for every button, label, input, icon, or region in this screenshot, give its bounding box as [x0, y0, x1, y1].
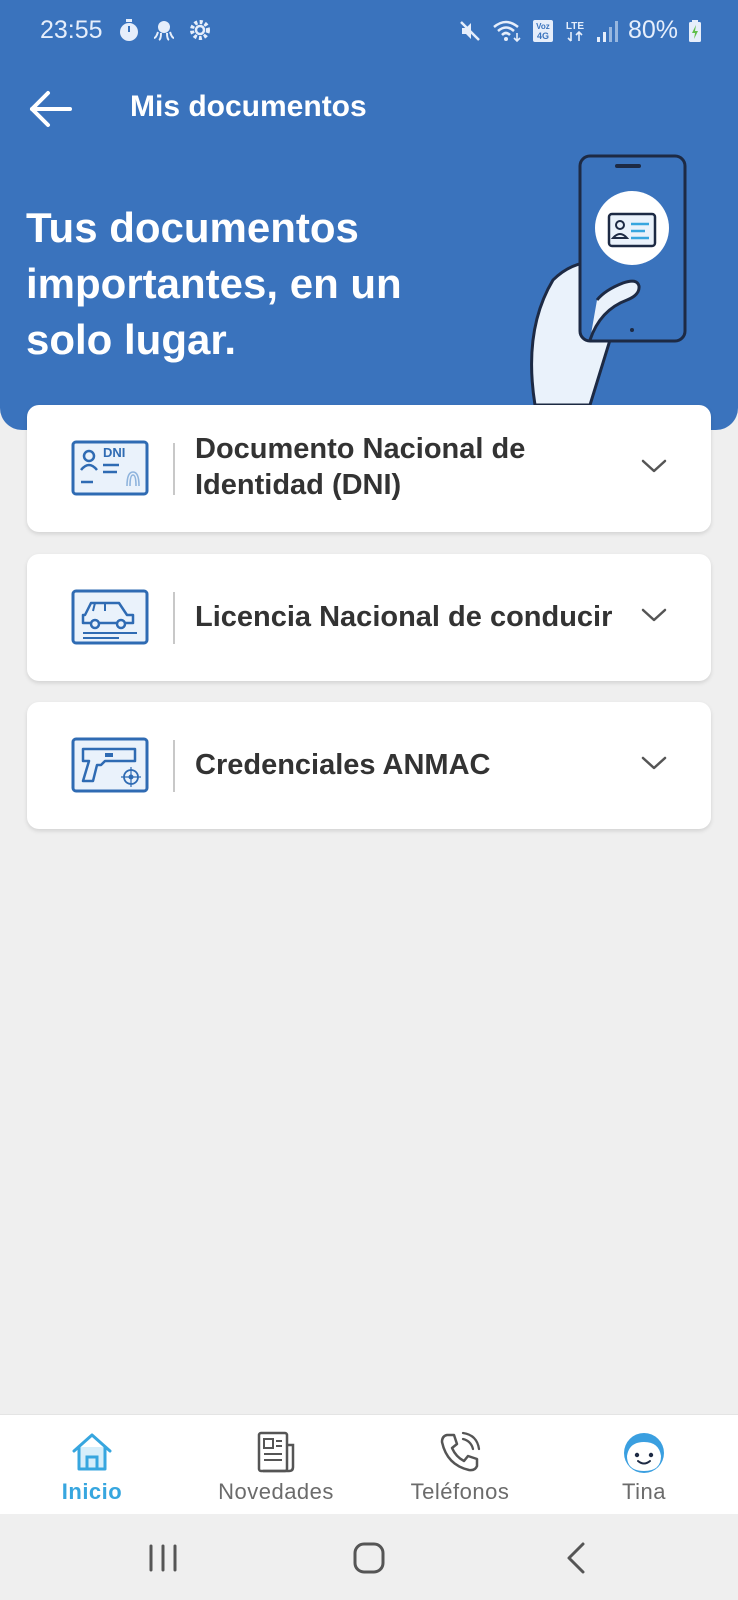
- recent-apps-icon[interactable]: [143, 1538, 183, 1578]
- document-label-line1: Documento Nacional de: [195, 433, 526, 465]
- document-card-license[interactable]: Licencia Nacional de conducir: [27, 554, 711, 681]
- document-label: Credenciales ANMAC: [195, 749, 491, 781]
- tina-face-icon: [624, 1433, 664, 1473]
- back-arrow-icon[interactable]: [26, 84, 76, 134]
- document-label: Documento Nacional de Identidad (DNI): [195, 431, 615, 503]
- gun-credential-icon: [71, 737, 149, 793]
- hero-heading: Tus documentos importantes, en un solo l…: [26, 204, 402, 363]
- chevron-down-icon[interactable]: [639, 604, 669, 626]
- card-divider: [173, 443, 175, 495]
- status-left-icons: [118, 18, 212, 42]
- document-card-anmac[interactable]: Credenciales ANMAC: [27, 702, 711, 829]
- nav-item-inicio[interactable]: Inicio: [0, 1415, 184, 1515]
- bottom-nav: Inicio Novedades Teléfonos Tina: [0, 1414, 738, 1514]
- app-bar: Mis documentos: [0, 68, 738, 148]
- signal-icon: [596, 20, 618, 42]
- screen: 23:55 Voz 4G LTE 80% Mis documentos Tus …: [0, 0, 738, 1600]
- battery-percent: 80%: [627, 16, 678, 44]
- nav-item-telefonos[interactable]: Teléfonos: [368, 1415, 552, 1515]
- system-nav-bar: [0, 1514, 738, 1600]
- wifi-icon: [493, 20, 521, 42]
- chevron-down-icon[interactable]: [639, 455, 669, 477]
- timer-icon: [120, 19, 138, 41]
- news-icon: [257, 1431, 295, 1473]
- dni-icon-text: DNI: [103, 445, 125, 460]
- home-button-icon[interactable]: [349, 1538, 389, 1578]
- dni-card-icon: DNI: [71, 440, 149, 496]
- nav-label: Teléfonos: [410, 1479, 510, 1504]
- card-divider: [173, 592, 175, 644]
- mute-icon: [460, 20, 480, 41]
- back-button-icon[interactable]: [557, 1538, 597, 1578]
- svg-text:LTE: LTE: [566, 21, 584, 32]
- document-card-dni[interactable]: DNI Documento Nacional de Identidad (DNI…: [27, 405, 711, 532]
- svg-text:4G: 4G: [537, 31, 549, 41]
- chevron-down-icon[interactable]: [639, 752, 669, 774]
- phone-hand-illustration: [530, 154, 687, 405]
- lte-icon: LTE: [566, 21, 584, 42]
- hero-banner: 23:55 Voz 4G LTE 80% Mis documentos Tus …: [0, 0, 738, 430]
- nav-label: Tina: [622, 1479, 666, 1504]
- battery-icon: [689, 19, 701, 42]
- phone-icon: [440, 1431, 481, 1472]
- page-title: Mis documentos: [130, 90, 367, 123]
- gear-icon: [190, 20, 210, 40]
- driver-license-icon: [71, 589, 149, 645]
- nav-item-novedades[interactable]: Novedades: [184, 1415, 368, 1515]
- nav-label: Novedades: [218, 1479, 334, 1504]
- octopus-icon: [153, 21, 175, 41]
- document-label-line2: Identidad (DNI): [195, 469, 402, 501]
- status-bar: 23:55 Voz 4G LTE 80%: [0, 0, 738, 60]
- card-divider: [173, 740, 175, 792]
- nav-label: Inicio: [61, 1479, 123, 1504]
- nav-item-tina[interactable]: Tina: [552, 1415, 736, 1515]
- svg-text:Voz: Voz: [536, 22, 550, 31]
- volte-icon: Voz4G: [532, 19, 553, 42]
- status-right: Voz 4G LTE 80%: [458, 16, 702, 45]
- home-icon: [72, 1433, 112, 1471]
- document-label: Licencia Nacional de conducir: [195, 601, 613, 633]
- status-time: 23:55: [40, 16, 103, 44]
